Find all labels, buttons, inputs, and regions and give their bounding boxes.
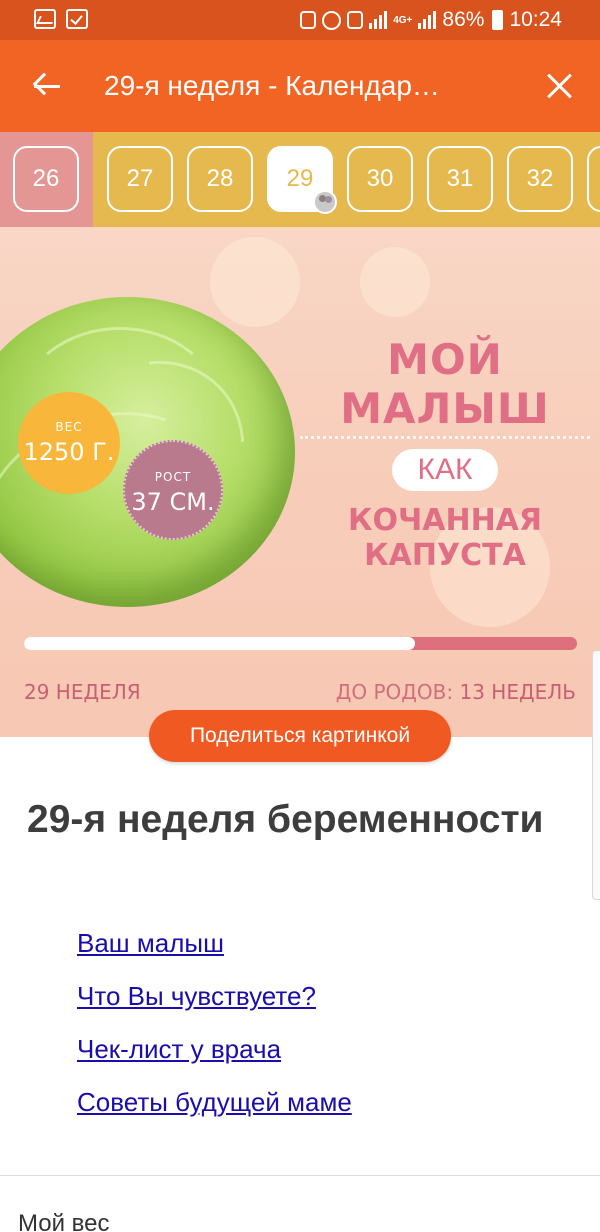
height-label: РОСТ bbox=[154, 470, 192, 484]
table-of-contents: Ваш малыш Что Вы чувствуете? Чек-лист у … bbox=[77, 928, 352, 1140]
week-tab-31[interactable]: 31 bbox=[427, 146, 493, 212]
bokeh-light bbox=[360, 247, 430, 317]
toc-link-tips[interactable]: Советы будущей маме bbox=[77, 1087, 352, 1117]
toc-link-how-you-feel[interactable]: Что Вы чувствуете? bbox=[77, 981, 316, 1011]
system-indicators: 4G+ 86% 10:24 bbox=[300, 8, 562, 32]
week-tab-26[interactable]: 26 bbox=[13, 146, 79, 212]
clock: 10:24 bbox=[509, 8, 562, 31]
headline-connector: КАК bbox=[391, 449, 499, 491]
height-badge: РОСТ 37 СМ. bbox=[123, 440, 223, 540]
week-tab-next[interactable] bbox=[587, 146, 600, 212]
weeks-remaining-caption: ДО РОДОВ: 13 НЕДЕЛЬ bbox=[336, 680, 576, 704]
week-tab-30[interactable]: 30 bbox=[347, 146, 413, 212]
list-item: Чек-лист у врача bbox=[77, 1034, 352, 1087]
share-image-button[interactable]: Поделиться картинкой bbox=[149, 710, 451, 762]
close-icon[interactable] bbox=[542, 68, 578, 104]
health-pulse-icon bbox=[34, 9, 56, 29]
weeks-remaining-value: 13 НЕДЕЛЬ bbox=[459, 680, 576, 704]
headline-bottom: КОЧАННАЯ КАПУСТА bbox=[347, 503, 543, 573]
banner-headline: МОЙ МАЛЫШ КАК КОЧАННАЯ КАПУСТА bbox=[300, 335, 590, 573]
week-tab-32[interactable]: 32 bbox=[507, 146, 573, 212]
alarm-icon bbox=[322, 10, 342, 30]
signal-1-icon bbox=[369, 11, 388, 29]
battery-icon bbox=[492, 10, 504, 30]
week-number: 29 bbox=[286, 165, 314, 192]
battery-saver-icon bbox=[300, 11, 317, 29]
week-tab-27[interactable]: 27 bbox=[107, 146, 173, 212]
weight-label: ВЕС bbox=[55, 420, 83, 434]
toc-link-doctor-checklist[interactable]: Чек-лист у врача bbox=[77, 1034, 281, 1064]
checklist-icon bbox=[66, 9, 88, 29]
sim-card-icon bbox=[347, 11, 364, 29]
signal-2-icon bbox=[418, 11, 437, 29]
list-item: Что Вы чувствуете? bbox=[77, 981, 352, 1034]
status-bar: 4G+ 86% 10:24 bbox=[0, 0, 600, 40]
weeks-remaining-label: ДО РОДОВ: bbox=[335, 680, 454, 704]
headline-top: МОЙ МАЛЫШ bbox=[340, 335, 550, 433]
baby-size-banner: ВЕС 1250 Г. РОСТ 37 СМ. МОЙ МАЛЫШ КАК КО… bbox=[0, 227, 600, 737]
notification-icons bbox=[34, 9, 88, 29]
list-item: Советы будущей маме bbox=[77, 1087, 352, 1140]
week-tab-29-current[interactable]: 29 bbox=[267, 146, 337, 214]
section-divider bbox=[0, 1175, 600, 1176]
weight-badge: ВЕС 1250 Г. bbox=[18, 392, 120, 494]
page-title: 29-я неделя - Календар… bbox=[104, 70, 440, 101]
network-type: 4G+ bbox=[393, 14, 413, 26]
week-tab-28[interactable]: 28 bbox=[187, 146, 253, 212]
scrollbar[interactable] bbox=[592, 650, 600, 900]
avatar bbox=[313, 190, 337, 214]
battery-percent: 86% bbox=[442, 8, 485, 31]
toc-link-your-baby[interactable]: Ваш малыш bbox=[77, 928, 224, 958]
current-week-caption: 29 НЕДЕЛЯ bbox=[24, 680, 141, 704]
pregnancy-progress-bar bbox=[24, 637, 577, 650]
weight-value: 1250 Г. bbox=[23, 438, 115, 466]
list-item: Ваш малыш bbox=[77, 928, 352, 981]
height-value: 37 СМ. bbox=[131, 488, 215, 516]
article-title: 29-я неделя беременности bbox=[27, 798, 544, 841]
my-weight-section-title: Мой вес bbox=[18, 1210, 110, 1232]
pregnancy-progress-fill bbox=[24, 637, 415, 650]
back-arrow-icon[interactable] bbox=[30, 66, 64, 106]
week-selector: 26 27 28 29 30 31 32 bbox=[0, 132, 600, 227]
bokeh-light bbox=[210, 237, 300, 327]
app-bar: 29-я неделя - Календар… bbox=[0, 40, 600, 132]
